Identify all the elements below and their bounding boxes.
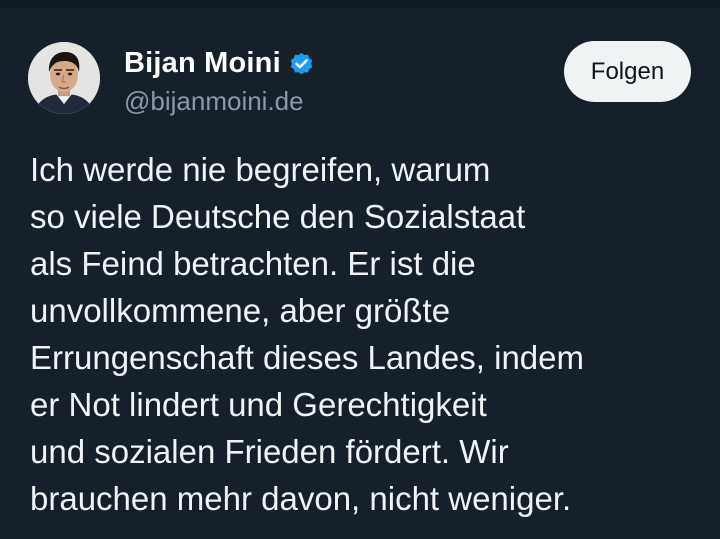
tweet-text-line: Errungenschaft dieses Landes, indem [30, 339, 585, 376]
tweet-text-line: er Not lindert und Gerechtigkeit [30, 386, 487, 423]
tweet-text-line: so viele Deutsche den Sozialstaat [30, 198, 526, 235]
tweet-card: Bijan Moini @bijanmoini.de Folgen Ich we… [0, 0, 720, 539]
tweet-text-line: unvollkommene, aber größte [30, 292, 451, 329]
avatar[interactable] [28, 42, 100, 114]
profile-photo-icon [28, 42, 100, 114]
tweet-text: Ich werde nie begreifen, warum so viele … [30, 146, 710, 522]
verified-badge-icon [288, 50, 315, 77]
author-handle[interactable]: @bijanmoini.de [124, 86, 304, 117]
tweet-text-line: brauchen mehr davon, nicht weniger. [30, 480, 572, 517]
author-name-row: Bijan Moini [124, 44, 315, 82]
tweet-text-line: Ich werde nie begreifen, warum [30, 151, 491, 188]
author-display-name[interactable]: Bijan Moini [124, 47, 281, 80]
tweet-text-line: und sozialen Frieden fördert. Wir [30, 433, 509, 470]
follow-button[interactable]: Folgen [564, 41, 691, 102]
tweet-text-line: als Feind betrachten. Er ist die [30, 245, 476, 282]
